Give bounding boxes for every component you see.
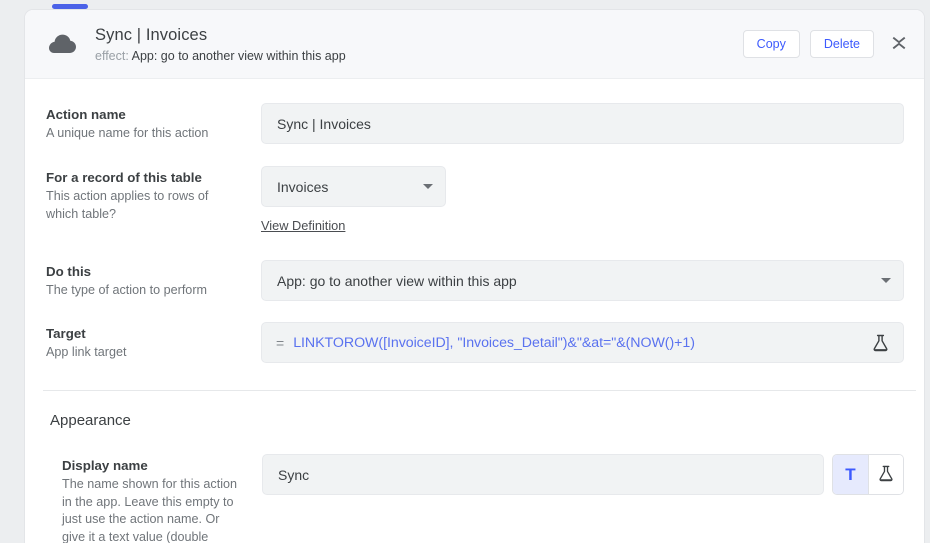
action-name-input[interactable]: Sync | Invoices [261, 103, 904, 144]
chevron-down-icon [423, 184, 433, 189]
do-this-select[interactable]: App: go to another view within this app [261, 260, 904, 301]
target-description: App link target [46, 345, 127, 359]
active-tab-indicator [52, 4, 88, 9]
flask-icon[interactable] [867, 330, 893, 356]
panel-header-text: Sync | Invoices effect: App: go to anoth… [95, 25, 743, 64]
app-root: Sync | Invoices effect: App: go to anoth… [0, 0, 930, 543]
target-label: Target [46, 326, 86, 341]
formula-mode-flask-icon[interactable] [868, 455, 903, 494]
field-row-target: Target App link target = LINKTOROW([Invo… [25, 301, 924, 363]
display-name-mode-group: T [832, 454, 904, 495]
text-mode-icon[interactable]: T [833, 455, 868, 494]
display-name-label: Display name [62, 458, 148, 473]
panel-header: Sync | Invoices effect: App: go to anoth… [25, 10, 924, 79]
do-this-select-value: App: go to another view within this app [277, 272, 517, 289]
cloud-icon [43, 34, 83, 54]
action-name-description: A unique name for this action [46, 126, 209, 140]
action-name-label-group: Action name A unique name for this actio… [46, 103, 261, 143]
do-this-control: App: go to another view within this app [261, 260, 904, 301]
panel-body: Action name A unique name for this actio… [25, 79, 924, 543]
panel-subtitle-value: App: go to another view within this app [131, 48, 346, 63]
delete-button[interactable]: Delete [809, 30, 874, 58]
record-table-select[interactable]: Invoices [261, 166, 446, 207]
view-definition-link[interactable]: View Definition [261, 218, 345, 233]
flask-icon [878, 465, 894, 485]
collapse-button[interactable] [886, 31, 912, 57]
field-row-action-name: Action name A unique name for this actio… [25, 79, 924, 144]
record-table-label-group: For a record of this table This action a… [46, 166, 261, 223]
record-table-description: This action applies to rows of which tab… [46, 189, 209, 221]
equals-sign: = [276, 334, 285, 351]
field-row-do-this: Do this The type of action to perform Ap… [25, 235, 924, 301]
action-editor-panel: Sync | Invoices effect: App: go to anoth… [24, 9, 925, 543]
do-this-label: Do this [46, 264, 92, 279]
record-table-control: Invoices View Definition [261, 166, 904, 235]
panel-title: Sync | Invoices [95, 25, 208, 44]
collapse-icon [892, 35, 906, 54]
target-control: = LINKTOROW([InvoiceID], "Invoices_Detai… [261, 322, 904, 363]
text-mode-glyph: T [845, 465, 856, 484]
display-name-input[interactable]: Sync [262, 454, 824, 495]
record-table-label: For a record of this table [46, 170, 202, 185]
action-name-label: Action name [46, 107, 126, 122]
field-row-record-table: For a record of this table This action a… [25, 144, 924, 235]
display-name-control: Sync T [262, 454, 904, 495]
target-label-group: Target App link target [46, 322, 261, 362]
appearance-section-title: Appearance [50, 412, 131, 429]
action-name-control: Sync | Invoices [261, 103, 904, 144]
chevron-down-icon [881, 278, 891, 283]
panel-subtitle: effect: App: go to another view within t… [95, 48, 743, 64]
record-table-select-value: Invoices [277, 178, 329, 195]
display-name-label-group: Display name The name shown for this act… [62, 454, 262, 543]
field-row-display-name: Display name The name shown for this act… [25, 431, 924, 543]
target-formula-field[interactable]: = LINKTOROW([InvoiceID], "Invoices_Detai… [261, 322, 904, 363]
do-this-label-group: Do this The type of action to perform [46, 260, 261, 300]
do-this-description: The type of action to perform [46, 283, 208, 297]
panel-header-actions: Copy Delete [742, 30, 924, 58]
panel-subtitle-prefix: effect: [95, 48, 129, 63]
target-formula-text: LINKTOROW([InvoiceID], "Invoices_Detail"… [293, 334, 695, 351]
copy-button[interactable]: Copy [742, 30, 800, 58]
display-name-description: The name shown for this action in the ap… [62, 477, 238, 543]
